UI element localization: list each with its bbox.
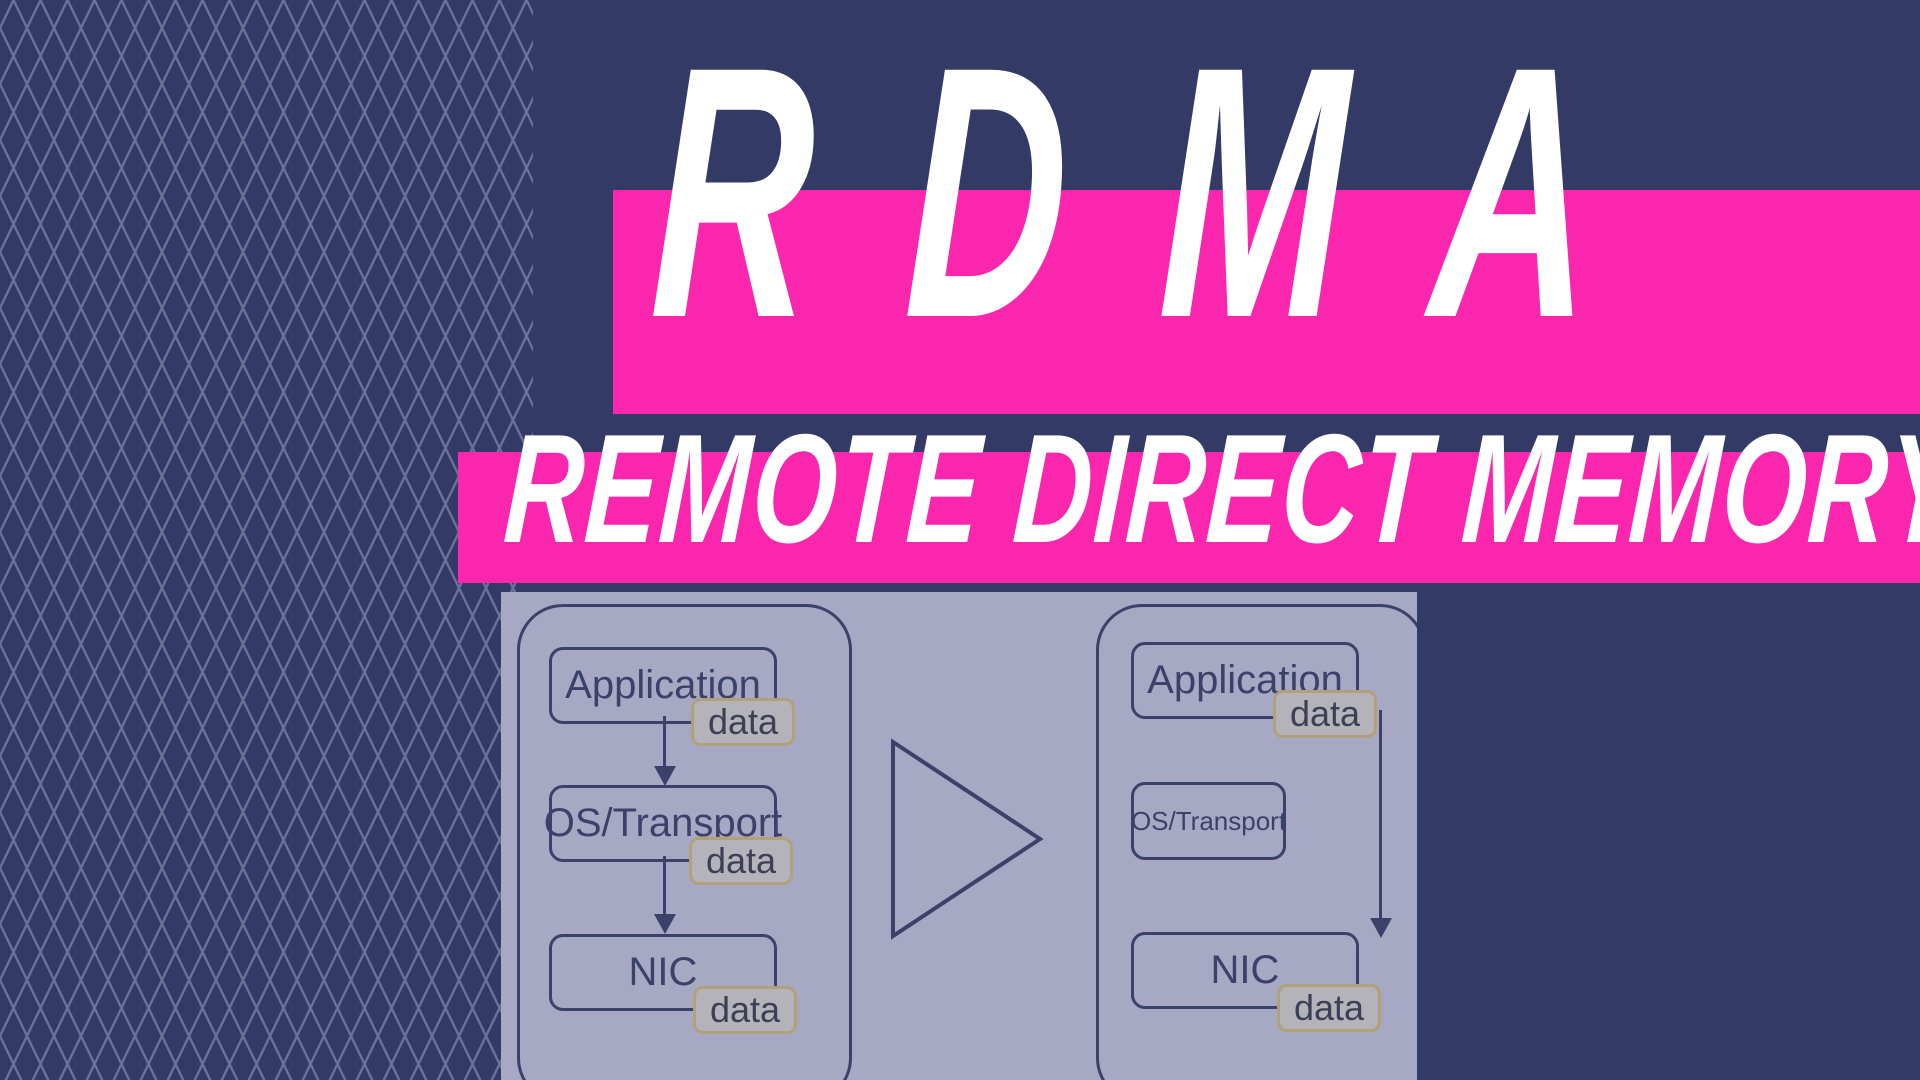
zigzag-pattern — [0, 0, 533, 1080]
page-title: R D M A — [646, 0, 1616, 392]
right-os-transport-node: OS/Transport — [1131, 782, 1286, 860]
left-nic-label: NIC — [628, 950, 698, 994]
page-subtitle: REMOTE DIRECT MEMORY ACCESS — [500, 402, 1920, 575]
slide-canvas: R D M A REMOTE DIRECT MEMORY ACCESS Appl… — [0, 0, 1920, 1080]
rdma-diagram: Application OS/Transport NIC data data d… — [501, 592, 1417, 1080]
right-nic-label: NIC — [1210, 948, 1280, 992]
left-data-tag-nic: data — [693, 986, 798, 1034]
left-data-tag-application: data — [691, 698, 796, 746]
right-os-transport-label: OS/Transport — [1131, 805, 1286, 836]
right-data-tag-nic: data — [1277, 984, 1382, 1032]
play-triangle-icon — [889, 738, 1044, 940]
left-data-tag-os-transport: data — [689, 837, 794, 885]
right-data-tag-application: data — [1273, 690, 1378, 738]
